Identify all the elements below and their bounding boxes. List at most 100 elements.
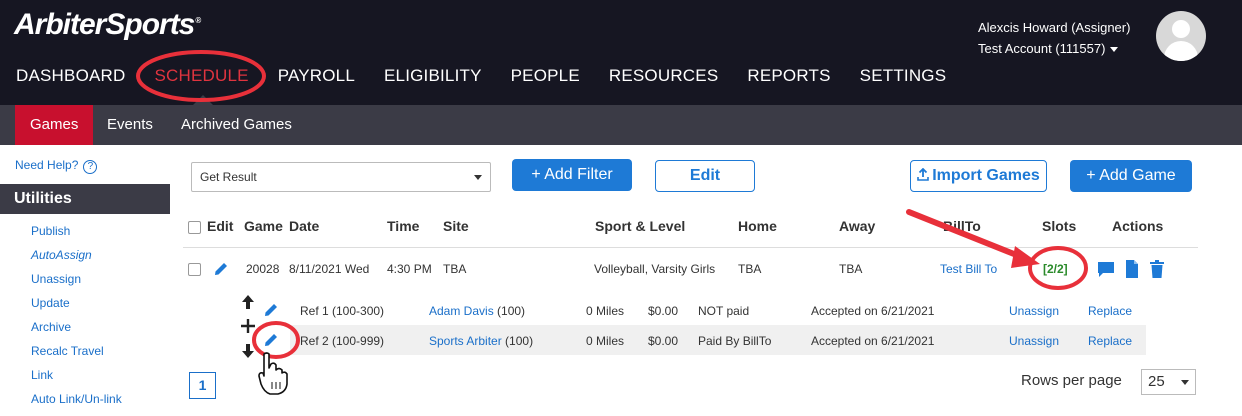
page-button-1[interactable]: 1 [189,372,216,399]
game-home: TBA [738,262,762,276]
official-name-link[interactable]: Sports Arbiter [429,334,502,348]
official-amount: $0.00 [648,304,679,318]
util-unassign[interactable]: Unassign [31,270,122,294]
replace-link[interactable]: Replace [1088,334,1132,348]
logo-text-arbiter: Arbiter [14,8,106,41]
reorder-controls[interactable] [238,294,258,360]
col-actions: Actions [1112,218,1164,234]
need-help-link[interactable]: Need Help?? [15,158,98,174]
nav-settings[interactable]: SETTINGS [860,66,947,86]
unassign-link[interactable]: Unassign [1009,334,1059,348]
official-miles: 0 Miles [586,304,625,318]
col-edit: Edit [207,218,234,234]
hand-cursor-icon [258,352,288,395]
official-accept-status: Accepted on 6/21/2021 [811,304,935,318]
chevron-down-icon [1181,380,1189,385]
user-menu[interactable]: Alexcis Howard (Assigner) Test Account (… [978,17,1130,59]
col-sport-level[interactable]: Sport & Level [595,218,685,234]
utilities-list: Publish AutoAssign Unassign Update Archi… [31,222,122,414]
official-row-2: Ref 2 (100-999) Sports Arbiter (100) 0 M… [265,325,1146,355]
arrow-up-icon [242,295,254,309]
utilities-heading: Utilities [0,184,170,214]
table-header: Edit Game Date Time Site Sport & Level H… [183,210,1198,248]
official-row-1: Ref 1 (100-300) Adam Davis (100) 0 Miles… [265,295,1146,325]
nav-schedule[interactable]: SCHEDULE [155,66,249,86]
need-help-label: Need Help? [15,158,79,172]
avatar[interactable] [1156,11,1206,61]
slots-badge[interactable]: [2/2] [1043,262,1068,276]
col-site[interactable]: Site [443,218,469,234]
account-label: Test Account (111557) [978,41,1106,56]
tab-games[interactable]: Games [15,105,94,145]
rows-per-page-select[interactable]: 25 [1141,369,1196,395]
official-miles: 0 Miles [586,334,625,348]
result-select[interactable]: Get Result [191,162,491,192]
util-auto-link[interactable]: Auto Link/Un-link [31,390,122,414]
official-position: Ref 2 (100-999) [300,334,385,348]
chevron-down-icon [1110,47,1119,53]
col-away[interactable]: Away [839,218,875,234]
col-time[interactable]: Time [387,218,419,234]
nav-reports[interactable]: REPORTS [747,66,830,86]
avatar-head-shape [1172,20,1190,38]
account-selector[interactable]: Test Account (111557) [978,38,1130,59]
result-select-value: Get Result [200,170,257,184]
official-position: Ref 1 (100-300) [300,304,385,318]
game-away: TBA [839,262,863,276]
unassign-link[interactable]: Unassign [1009,304,1059,318]
upload-icon [917,167,930,181]
game-date: 8/11/2021 Wed [289,262,370,276]
add-game-button[interactable]: + Add Game [1070,160,1192,192]
util-publish[interactable]: Publish [31,222,122,246]
col-game[interactable]: Game [244,218,283,234]
util-autoassign[interactable]: AutoAssign [31,246,122,270]
add-filter-button[interactable]: + Add Filter [512,159,632,191]
arrow-head-icon [1011,246,1040,268]
avatar-body-shape [1164,41,1198,61]
nav-dashboard[interactable]: DASHBOARD [16,66,126,86]
row-checkbox[interactable] [188,263,201,276]
logo-trademark: ® [195,16,201,25]
nav-resources[interactable]: RESOURCES [609,66,719,86]
help-circle-icon: ? [83,160,98,174]
arbitersports-logo[interactable]: ArbiterSports® [14,8,201,42]
nav-payroll[interactable]: PAYROLL [278,66,355,86]
official-paid-status: Paid By BillTo [698,334,772,348]
official-paid-status: NOT paid [698,304,750,318]
official-accept-status: Accepted on 6/21/2021 [811,334,935,348]
game-sport-level: Volleyball, Varsity Girls [594,262,716,276]
pencil-icon[interactable] [262,301,280,319]
chevron-down-icon [474,175,482,180]
col-home[interactable]: Home [738,218,777,234]
official-amount: $0.00 [648,334,679,348]
select-all-checkbox[interactable] [188,221,201,234]
replace-link[interactable]: Replace [1088,304,1132,318]
game-billto-link[interactable]: Test Bill To [940,262,997,276]
document-icon[interactable] [1123,259,1141,279]
rows-per-page-label: Rows per page [1021,372,1122,389]
util-update[interactable]: Update [31,294,122,318]
nav-people[interactable]: PEOPLE [511,66,580,86]
util-link[interactable]: Link [31,366,122,390]
util-recalc-travel[interactable]: Recalc Travel [31,342,122,366]
col-date[interactable]: Date [289,218,319,234]
logo-text-sports: Sports [105,8,195,41]
col-billto[interactable]: BillTo [943,218,981,234]
import-games-button[interactable]: Import Games [910,160,1047,192]
top-navbar: ArbiterSports® DASHBOARD SCHEDULE PAYROL… [0,0,1242,105]
pencil-icon[interactable] [262,331,280,349]
comment-icon[interactable] [1096,259,1116,279]
trash-icon[interactable] [1148,259,1166,279]
tab-archived-games[interactable]: Archived Games [181,105,292,145]
game-time: 4:30 PM [387,262,432,276]
col-slots: Slots [1042,218,1077,234]
pencil-icon[interactable] [212,260,230,278]
util-archive[interactable]: Archive [31,318,122,342]
edit-button[interactable]: Edit [655,160,755,192]
official-number: (100) [505,334,534,348]
tab-events[interactable]: Events [107,105,153,145]
official-name-link[interactable]: Adam Davis [429,304,494,318]
official-number: (100) [497,304,526,318]
game-site: TBA [443,262,467,276]
nav-eligibility[interactable]: ELIGIBILITY [384,66,482,86]
